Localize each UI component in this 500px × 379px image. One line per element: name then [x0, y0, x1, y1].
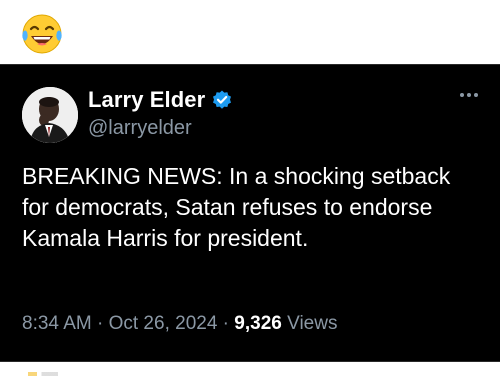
- more-options-icon[interactable]: [460, 93, 478, 97]
- tweet-metadata: 8:34 AM · Oct 26, 2024 · 9,326 Views: [22, 313, 337, 335]
- tweet-timestamp[interactable]: 8:34 AM · Oct 26, 2024: [22, 313, 217, 334]
- bottom-strip: [0, 368, 500, 379]
- author-name-row: Larry Elder: [88, 87, 233, 113]
- views-count: 9,326: [234, 313, 282, 334]
- tweet-body-text: BREAKING NEWS: In a shocking setback for…: [22, 163, 451, 251]
- screenshot-page: Larry Elder @larryelder BREAKING NEWS: I…: [0, 0, 500, 379]
- more-dot: [460, 93, 464, 97]
- profile-avatar[interactable]: [22, 87, 78, 143]
- author-handle[interactable]: @larryelder: [88, 117, 192, 140]
- more-dot: [474, 93, 478, 97]
- meta-separator: ·: [222, 313, 229, 334]
- tweet-card[interactable]: Larry Elder @larryelder BREAKING NEWS: I…: [0, 64, 500, 362]
- verified-badge-icon: [211, 89, 233, 111]
- face-with-tears-of-joy-icon: [20, 12, 64, 56]
- views-label: Views: [287, 313, 338, 334]
- cropped-content-fragment: [28, 372, 58, 376]
- author-display-name[interactable]: Larry Elder: [88, 87, 205, 113]
- more-dot: [467, 93, 471, 97]
